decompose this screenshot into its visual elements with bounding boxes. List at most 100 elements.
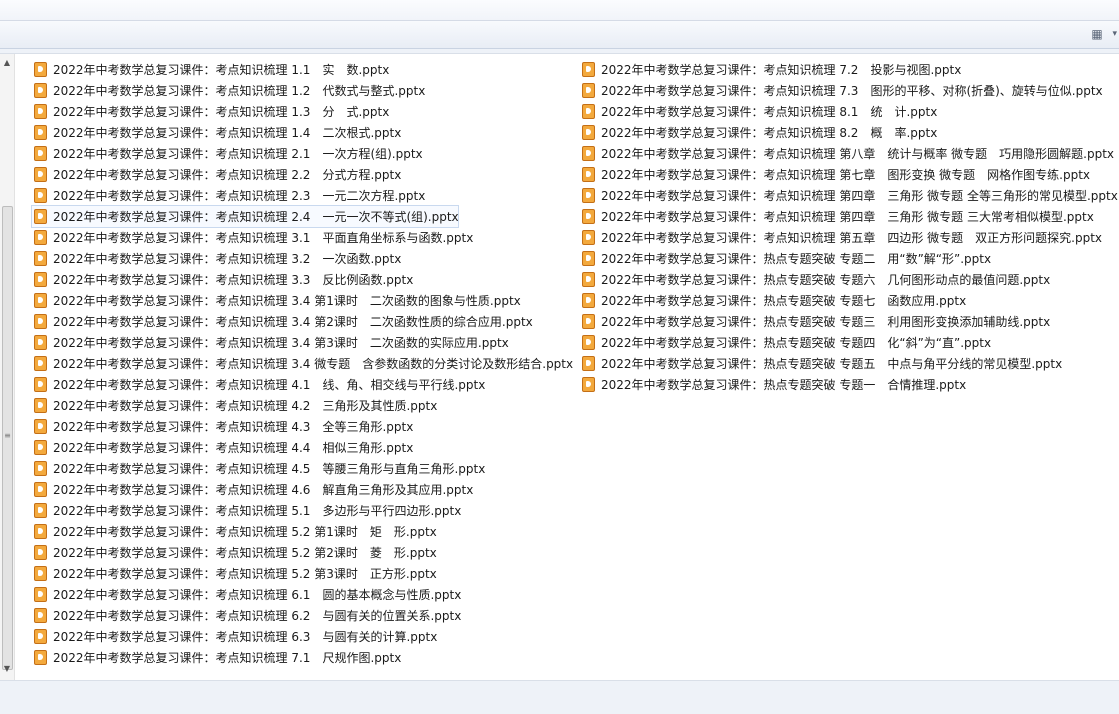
pptx-file-icon xyxy=(34,314,47,329)
file-item[interactable]: 2022年中考数学总复习课件：考点知识梳理 8.1 统 计.pptx xyxy=(580,101,1119,122)
file-item[interactable]: 2022年中考数学总复习课件：考点知识梳理 4.4 相似三角形.pptx xyxy=(32,437,576,458)
pptx-file-icon xyxy=(34,608,47,623)
pptx-file-icon xyxy=(582,104,595,119)
file-name: 2022年中考数学总复习课件：考点知识梳理 6.1 圆的基本概念与性质.pptx xyxy=(53,588,462,602)
pptx-file-icon xyxy=(582,125,595,140)
pptx-file-icon xyxy=(582,356,595,371)
file-name: 2022年中考数学总复习课件：考点知识梳理 4.1 线、角、相交线与平行线.pp… xyxy=(53,378,486,392)
file-name: 2022年中考数学总复习课件：考点知识梳理 6.2 与圆有关的位置关系.pptx xyxy=(53,609,462,623)
file-item[interactable]: 2022年中考数学总复习课件：热点专题突破 专题七 函数应用.pptx xyxy=(580,290,1119,311)
pptx-file-icon xyxy=(34,461,47,476)
pptx-file-icon xyxy=(34,524,47,539)
file-name: 2022年中考数学总复习课件：考点知识梳理 第四章 三角形 微专题 三大常考相似… xyxy=(601,210,1094,224)
file-item[interactable]: 2022年中考数学总复习课件：考点知识梳理 1.4 二次根式.pptx xyxy=(32,122,576,143)
file-item[interactable]: 2022年中考数学总复习课件：考点知识梳理 第四章 三角形 微专题 三大常考相似… xyxy=(580,206,1119,227)
pptx-file-icon xyxy=(34,167,47,182)
file-name: 2022年中考数学总复习课件：热点专题突破 专题二 用“数”解“形”.pptx xyxy=(601,252,992,266)
scroll-up-arrow-icon[interactable]: ▲ xyxy=(0,56,14,70)
file-item[interactable]: 2022年中考数学总复习课件：考点知识梳理 3.3 反比例函数.pptx xyxy=(32,269,576,290)
vertical-scrollbar[interactable]: ▲ ≡ ▼ xyxy=(0,54,15,680)
file-item[interactable]: 2022年中考数学总复习课件：考点知识梳理 7.2 投影与视图.pptx xyxy=(580,59,1119,80)
pptx-file-icon xyxy=(582,62,595,77)
file-item[interactable]: 2022年中考数学总复习课件：考点知识梳理 5.1 多边形与平行四边形.pptx xyxy=(32,500,576,521)
file-item[interactable]: 2022年中考数学总复习课件：考点知识梳理 4.2 三角形及其性质.pptx xyxy=(32,395,576,416)
view-options-icon[interactable]: ▦ xyxy=(1089,27,1105,41)
file-name: 2022年中考数学总复习课件：考点知识梳理 5.2 第1课时 矩 形.pptx xyxy=(53,525,437,539)
pptx-file-icon xyxy=(34,566,47,581)
file-name: 2022年中考数学总复习课件：热点专题突破 专题五 中点与角平分线的常见模型.p… xyxy=(601,357,1063,371)
file-item[interactable]: 2022年中考数学总复习课件：热点专题突破 专题四 化“斜”为“直”.pptx xyxy=(580,332,1119,353)
file-item[interactable]: 2022年中考数学总复习课件：考点知识梳理 3.4 第1课时 二次函数的图象与性… xyxy=(32,290,576,311)
file-item[interactable]: 2022年中考数学总复习课件：考点知识梳理 1.3 分 式.pptx xyxy=(32,101,576,122)
file-item[interactable]: 2022年中考数学总复习课件：考点知识梳理 6.2 与圆有关的位置关系.pptx xyxy=(32,605,576,626)
pptx-file-icon xyxy=(582,83,595,98)
file-item[interactable]: 2022年中考数学总复习课件：考点知识梳理 5.2 第2课时 菱 形.pptx xyxy=(32,542,576,563)
file-item[interactable]: 2022年中考数学总复习课件：考点知识梳理 5.2 第3课时 正方形.pptx xyxy=(32,563,576,584)
pptx-file-icon xyxy=(34,251,47,266)
file-name: 2022年中考数学总复习课件：考点知识梳理 7.1 尺规作图.pptx xyxy=(53,651,402,665)
file-name: 2022年中考数学总复习课件：考点知识梳理 5.1 多边形与平行四边形.pptx xyxy=(53,504,462,518)
file-item[interactable]: 2022年中考数学总复习课件：考点知识梳理 第七章 图形变换 微专题 网格作图专… xyxy=(580,164,1119,185)
pptx-file-icon xyxy=(34,209,47,224)
file-item[interactable]: 2022年中考数学总复习课件：热点专题突破 专题五 中点与角平分线的常见模型.p… xyxy=(580,353,1119,374)
pptx-file-icon xyxy=(582,230,595,245)
file-item[interactable]: 2022年中考数学总复习课件：考点知识梳理 2.4 一元一次不等式(组).ppt… xyxy=(31,205,459,228)
file-item[interactable]: 2022年中考数学总复习课件：考点知识梳理 8.2 概 率.pptx xyxy=(580,122,1119,143)
scroll-down-arrow-icon[interactable]: ▼ xyxy=(0,662,14,676)
scrollbar-thumb[interactable]: ≡ xyxy=(2,206,13,670)
file-item[interactable]: 2022年中考数学总复习课件：考点知识梳理 5.2 第1课时 矩 形.pptx xyxy=(32,521,576,542)
pptx-file-icon xyxy=(34,419,47,434)
file-item[interactable]: 2022年中考数学总复习课件：考点知识梳理 1.1 实 数.pptx xyxy=(32,59,576,80)
file-item[interactable]: 2022年中考数学总复习课件：考点知识梳理 3.2 一次函数.pptx xyxy=(32,248,576,269)
pptx-file-icon xyxy=(34,398,47,413)
file-name: 2022年中考数学总复习课件：热点专题突破 专题六 几何图形动点的最值问题.pp… xyxy=(601,273,1051,287)
file-item[interactable]: 2022年中考数学总复习课件：考点知识梳理 3.4 第2课时 二次函数性质的综合… xyxy=(32,311,576,332)
view-options-dropdown-icon[interactable]: ▾ xyxy=(1112,27,1117,41)
file-item[interactable]: 2022年中考数学总复习课件：考点知识梳理 第八章 统计与概率 微专题 巧用隐形… xyxy=(580,143,1119,164)
file-item[interactable]: 2022年中考数学总复习课件：热点专题突破 专题三 利用图形变换添加辅助线.pp… xyxy=(580,311,1119,332)
pptx-file-icon xyxy=(582,377,595,392)
file-item[interactable]: 2022年中考数学总复习课件：考点知识梳理 4.1 线、角、相交线与平行线.pp… xyxy=(32,374,576,395)
file-item[interactable]: 2022年中考数学总复习课件：考点知识梳理 6.1 圆的基本概念与性质.pptx xyxy=(32,584,576,605)
file-item[interactable]: 2022年中考数学总复习课件：考点知识梳理 4.6 解直角三角形及其应用.ppt… xyxy=(32,479,576,500)
pptx-file-icon xyxy=(34,272,47,287)
pptx-file-icon xyxy=(34,104,47,119)
file-item[interactable]: 2022年中考数学总复习课件：热点专题突破 专题二 用“数”解“形”.pptx xyxy=(580,248,1119,269)
file-item[interactable]: 2022年中考数学总复习课件：热点专题突破 专题一 合情推理.pptx xyxy=(580,374,1119,395)
file-item[interactable]: 2022年中考数学总复习课件：考点知识梳理 2.3 一元二次方程.pptx xyxy=(32,185,576,206)
file-item[interactable]: 2022年中考数学总复习课件：考点知识梳理 3.1 平面直角坐标系与函数.ppt… xyxy=(32,227,576,248)
file-item[interactable]: 2022年中考数学总复习课件：考点知识梳理 第四章 三角形 微专题 全等三角形的… xyxy=(580,185,1119,206)
file-item[interactable]: 2022年中考数学总复习课件：考点知识梳理 7.1 尺规作图.pptx xyxy=(32,647,576,668)
pptx-file-icon xyxy=(34,188,47,203)
file-item[interactable]: 2022年中考数学总复习课件：考点知识梳理 6.3 与圆有关的计算.pptx xyxy=(32,626,576,647)
file-item[interactable]: 2022年中考数学总复习课件：考点知识梳理 4.3 全等三角形.pptx xyxy=(32,416,576,437)
file-name: 2022年中考数学总复习课件：考点知识梳理 1.1 实 数.pptx xyxy=(53,63,390,77)
pptx-file-icon xyxy=(34,146,47,161)
file-item[interactable]: 2022年中考数学总复习课件：考点知识梳理 3.4 第3课时 二次函数的实际应用… xyxy=(32,332,576,353)
file-name: 2022年中考数学总复习课件：热点专题突破 专题一 合情推理.pptx xyxy=(601,378,967,392)
file-name: 2022年中考数学总复习课件：热点专题突破 专题三 利用图形变换添加辅助线.pp… xyxy=(601,315,1051,329)
file-name: 2022年中考数学总复习课件：考点知识梳理 8.1 统 计.pptx xyxy=(601,105,938,119)
file-name: 2022年中考数学总复习课件：考点知识梳理 6.3 与圆有关的计算.pptx xyxy=(53,630,438,644)
file-column-left: 2022年中考数学总复习课件：考点知识梳理 1.1 实 数.pptx 2022年中… xyxy=(31,59,576,668)
pptx-file-icon xyxy=(34,230,47,245)
pptx-file-icon xyxy=(582,272,595,287)
pptx-file-icon xyxy=(34,503,47,518)
pptx-file-icon xyxy=(582,251,595,266)
file-name: 2022年中考数学总复习课件：考点知识梳理 4.3 全等三角形.pptx xyxy=(53,420,414,434)
pptx-file-icon xyxy=(34,125,47,140)
file-item[interactable]: 2022年中考数学总复习课件：考点知识梳理 2.2 分式方程.pptx xyxy=(32,164,576,185)
file-item[interactable]: 2022年中考数学总复习课件：考点知识梳理 第五章 四边形 微专题 双正方形问题… xyxy=(580,227,1119,248)
file-name: 2022年中考数学总复习课件：考点知识梳理 2.4 一元一次不等式(组).ppt… xyxy=(53,210,459,224)
file-item[interactable]: 2022年中考数学总复习课件：热点专题突破 专题六 几何图形动点的最值问题.pp… xyxy=(580,269,1119,290)
file-item[interactable]: 2022年中考数学总复习课件：考点知识梳理 1.2 代数式与整式.pptx xyxy=(32,80,576,101)
file-item[interactable]: 2022年中考数学总复习课件：考点知识梳理 7.3 图形的平移、对称(折叠)、旋… xyxy=(580,80,1119,101)
file-item[interactable]: 2022年中考数学总复习课件：考点知识梳理 2.1 一次方程(组).pptx xyxy=(32,143,576,164)
pptx-file-icon xyxy=(34,650,47,665)
file-item[interactable]: 2022年中考数学总复习课件：考点知识梳理 3.4 微专题 含参数函数的分类讨论… xyxy=(32,353,576,374)
file-item[interactable]: 2022年中考数学总复习课件：考点知识梳理 4.5 等腰三角形与直角三角形.pp… xyxy=(32,458,576,479)
file-name: 2022年中考数学总复习课件：考点知识梳理 3.2 一次函数.pptx xyxy=(53,252,402,266)
pptx-file-icon xyxy=(34,587,47,602)
pptx-file-icon xyxy=(582,293,595,308)
file-name: 2022年中考数学总复习课件：考点知识梳理 3.3 反比例函数.pptx xyxy=(53,273,414,287)
